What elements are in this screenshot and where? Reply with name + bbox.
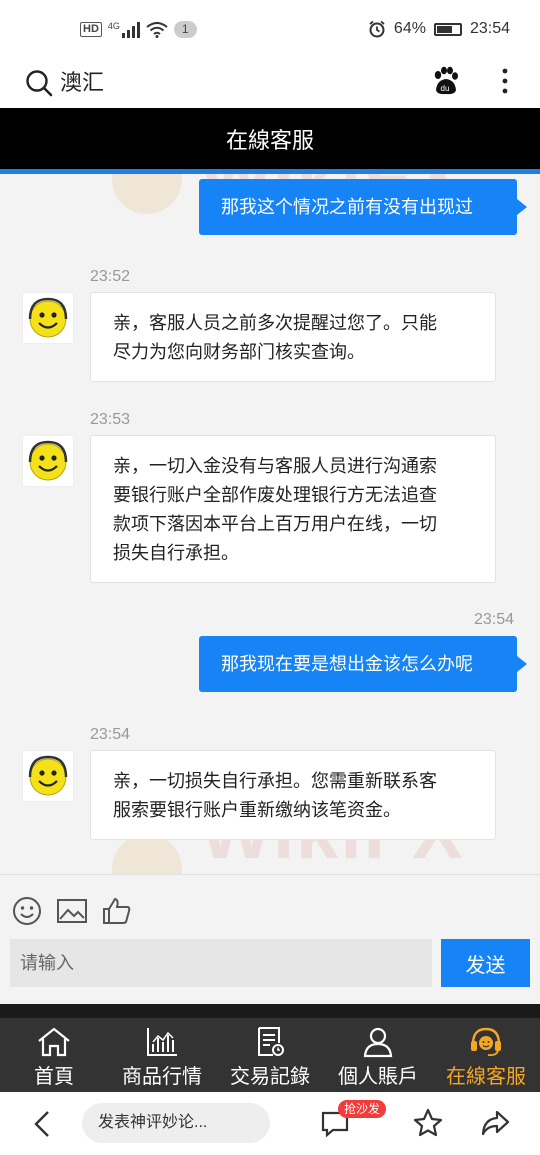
tab-label: 交易記錄 — [230, 1066, 310, 1088]
emoji-icon[interactable] — [11, 895, 43, 927]
chat-message-list[interactable]: WikiFX WikiFX WikiFX 那我这个情况之前有没有出现过 23:5… — [0, 174, 540, 874]
outgoing-message[interactable]: 那我现在要是想出金该怎么办呢 — [199, 636, 527, 692]
tab-support[interactable]: 在線客服 — [432, 1018, 540, 1092]
svg-text:du: du — [441, 84, 450, 93]
message-text: 那我这个情况之前有没有出现过 — [221, 197, 473, 217]
home-icon — [38, 1027, 70, 1057]
incoming-message[interactable]: 亲，客服人员之前多次提醒过您了。只能 尽力为您向财务部门核实查询。 — [90, 292, 496, 382]
share-icon[interactable] — [480, 1109, 510, 1137]
agent-avatar — [22, 750, 74, 802]
records-icon — [258, 1027, 284, 1056]
browser-bottom-bar: 发表神评妙论... 抢沙发 — [0, 1092, 540, 1155]
browser-search-bar[interactable]: 澳汇 du — [0, 62, 540, 108]
tab-label: 首頁 — [34, 1066, 74, 1088]
tab-home[interactable]: 首頁 — [0, 1018, 108, 1092]
incoming-message[interactable]: 亲，一切入金没有与客服人员进行沟通索 要银行账户全部作废处理银行方无法追查 款项… — [90, 435, 496, 583]
message-line: 亲，一切损失自行承担。您需重新联系客 — [113, 771, 437, 791]
divider — [0, 1004, 540, 1018]
message-line: 款项下落因本平台上百万用户在线，一切 — [113, 514, 437, 534]
image-icon[interactable] — [56, 895, 88, 927]
more-vertical-icon[interactable] — [500, 66, 510, 96]
wifi-icon — [146, 21, 168, 38]
tab-market[interactable]: 商品行情 — [108, 1018, 216, 1092]
battery-percent: 64% — [393, 20, 426, 37]
status-bar: HD 4G 1 64% 23:54 — [0, 0, 540, 62]
message-timestamp: 23:54 — [474, 611, 515, 628]
clock: 23:54 — [469, 20, 510, 37]
search-query[interactable]: 澳汇 — [60, 68, 104, 98]
agent-avatar — [22, 435, 74, 487]
watermark-logo — [112, 834, 182, 874]
message-line: 尽力为您向财务部门核实查询。 — [113, 342, 365, 362]
user-icon — [363, 1027, 393, 1058]
tab-label: 商品行情 — [122, 1066, 202, 1088]
bottom-tab-bar: 首頁 商品行情 交易記錄 個人賬戶 在線客服 — [0, 1018, 540, 1092]
message-timestamp: 23:54 — [90, 726, 131, 743]
message-timestamp: 23:52 — [90, 268, 131, 285]
hd-indicator: HD — [80, 22, 102, 37]
thumbs-up-icon[interactable] — [101, 895, 133, 927]
baidu-paw-icon[interactable]: du — [432, 66, 460, 96]
watermark-logo — [112, 174, 182, 214]
message-line: 要银行账户全部作废处理银行方无法追查 — [113, 485, 437, 505]
star-icon[interactable] — [413, 1108, 443, 1138]
outgoing-message[interactable]: 那我这个情况之前有没有出现过 — [199, 179, 527, 235]
message-line: 服索要银行账户重新缴纳该笔资金。 — [113, 800, 401, 820]
chart-icon — [147, 1028, 177, 1056]
agent-avatar — [22, 292, 74, 344]
chat-header: 在線客服 — [0, 108, 540, 169]
notification-count: 1 — [173, 21, 197, 38]
back-arrow-icon[interactable] — [30, 1110, 54, 1138]
message-composer: 发送 — [0, 874, 540, 1004]
comment-badge: 抢沙发 — [338, 1100, 387, 1118]
battery-icon — [433, 22, 462, 36]
message-timestamp: 23:53 — [90, 411, 131, 428]
tab-label: 在線客服 — [446, 1066, 526, 1088]
signal-icon — [121, 21, 140, 38]
incoming-message[interactable]: 亲，一切损失自行承担。您需重新联系客 服索要银行账户重新缴纳该笔资金。 — [90, 750, 496, 840]
message-line: 损失自行承担。 — [113, 543, 239, 563]
message-input[interactable] — [10, 939, 432, 987]
comment-input[interactable]: 发表神评妙论... — [82, 1103, 270, 1143]
message-line: 亲，客服人员之前多次提醒过您了。只能 — [113, 313, 437, 333]
message-line: 亲，一切入金没有与客服人员进行沟通索 — [113, 456, 437, 476]
search-icon[interactable] — [25, 68, 55, 98]
message-text: 那我现在要是想出金该怎么办呢 — [221, 654, 473, 674]
smiley-headset-icon — [28, 440, 68, 481]
tab-label: 個人賬戶 — [338, 1066, 418, 1088]
tab-records[interactable]: 交易記錄 — [216, 1018, 324, 1092]
headset-icon — [471, 1027, 501, 1057]
smiley-headset-icon — [28, 755, 68, 796]
send-button[interactable]: 发送 — [441, 939, 530, 987]
smiley-headset-icon — [28, 297, 68, 338]
tab-account[interactable]: 個人賬戶 — [324, 1018, 432, 1092]
alarm-icon — [369, 20, 385, 38]
chat-title: 在線客服 — [225, 127, 314, 153]
network-type: 4G — [107, 21, 120, 31]
